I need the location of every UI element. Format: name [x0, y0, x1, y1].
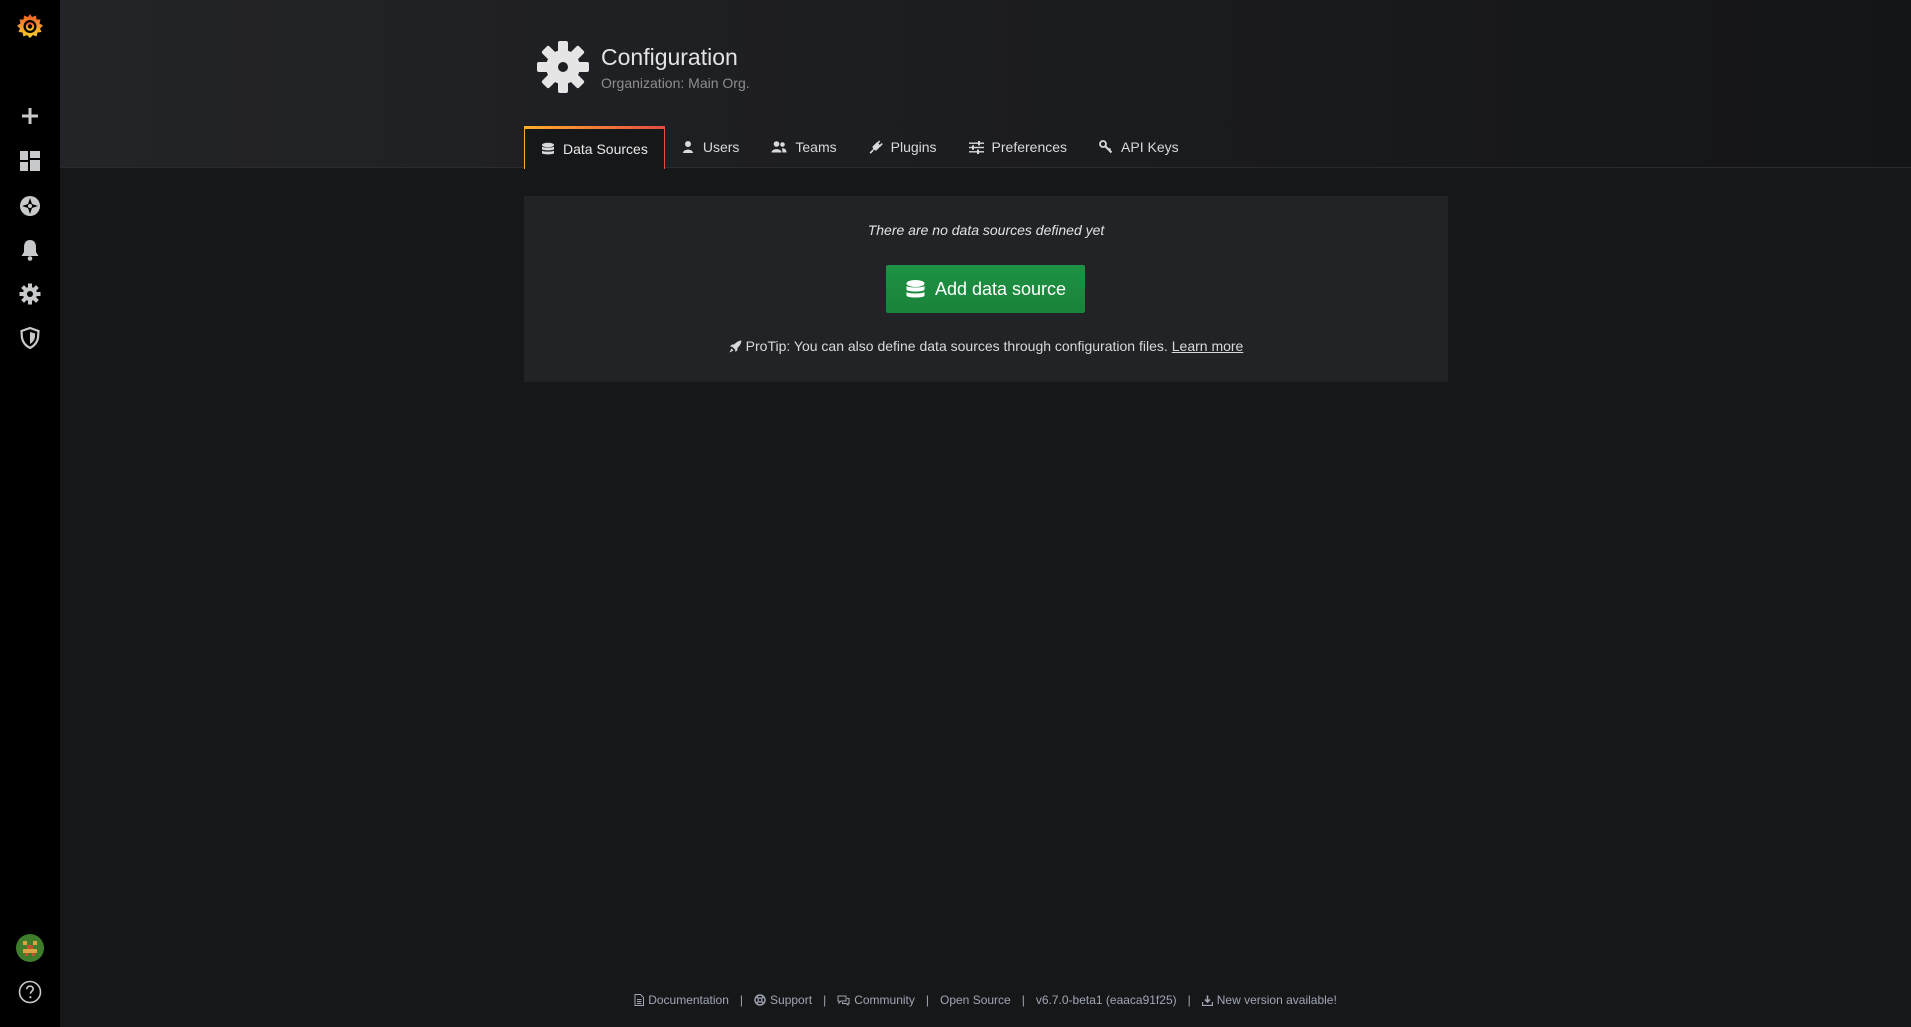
avatar [16, 934, 44, 962]
bell-icon [21, 240, 39, 261]
dashboards-icon [20, 151, 40, 171]
tab-label: Plugins [890, 139, 937, 155]
tab-preferences[interactable]: Preferences [953, 126, 1083, 168]
footer-version: v6.7.0-beta1 (eaaca91f25) [1036, 993, 1177, 1007]
page-subtitle: Organization: Main Org. [601, 75, 750, 91]
footer-open-source-link[interactable]: Open Source [940, 993, 1011, 1007]
sidemenu-profile[interactable] [0, 926, 60, 970]
footer-open-source-label: Open Source [940, 993, 1011, 1007]
sidemenu-create[interactable] [0, 94, 60, 138]
page-title: Configuration [601, 44, 738, 70]
tab-teams[interactable]: Teams [755, 126, 852, 168]
database-icon [542, 142, 554, 155]
compass-icon [20, 196, 40, 216]
sidemenu [0, 0, 60, 1027]
tab-data-sources[interactable]: Data Sources [524, 126, 665, 169]
footer-documentation-link[interactable]: Documentation [634, 993, 729, 1007]
footer: Documentation | Support | Community | Op… [60, 993, 1911, 1007]
tab-label: Data Sources [563, 141, 648, 157]
empty-data-sources-card: There are no data sources defined yet Ad… [524, 196, 1448, 382]
tab-label: Users [702, 139, 740, 155]
grafana-logo-icon [17, 14, 43, 38]
sidemenu-alerting[interactable] [0, 228, 60, 272]
footer-support-link[interactable]: Support [754, 993, 812, 1007]
database-icon [906, 279, 925, 298]
tab-api-keys[interactable]: API Keys [1083, 126, 1195, 168]
tab-plugins[interactable]: Plugins [853, 126, 953, 168]
user-icon [682, 141, 693, 153]
empty-message: There are no data sources defined yet [867, 222, 1105, 238]
footer-new-version-link[interactable]: New version available! [1201, 993, 1337, 1007]
footer-support-label: Support [770, 993, 813, 1007]
plug-icon [869, 140, 883, 154]
page-header: Configuration Organization: Main Org. Da… [60, 0, 1911, 169]
shield-icon [20, 327, 40, 349]
help-icon [18, 980, 42, 1004]
tab-label: API Keys [1121, 139, 1179, 155]
footer-separator: | [925, 993, 929, 1007]
footer-separator: | [739, 993, 744, 1007]
lifebuoy-icon [754, 994, 766, 1006]
sliders-icon [968, 140, 984, 154]
grafana-logo[interactable] [0, 5, 60, 49]
gear-icon [537, 41, 589, 93]
comments-icon [837, 995, 850, 1006]
protip-text: ProTip: You can also define data sources… [745, 338, 1168, 354]
footer-separator: | [1187, 993, 1191, 1007]
learn-more-link[interactable]: Learn more [1172, 338, 1244, 354]
document-icon [634, 994, 645, 1006]
plus-icon [22, 108, 38, 124]
protip: ProTip: You can also define data sources… [524, 338, 1448, 354]
config-tabs: Data Sources Users Teams Plugins Prefere… [524, 126, 1195, 169]
footer-documentation-label: Documentation [648, 993, 729, 1007]
sidemenu-explore[interactable] [0, 184, 60, 228]
tab-label: Teams [795, 139, 837, 155]
sidemenu-help[interactable] [0, 970, 60, 1014]
users-icon [771, 141, 787, 153]
sidemenu-configuration[interactable] [0, 272, 60, 316]
add-data-source-button[interactable]: Add data source [886, 265, 1085, 313]
key-icon [1099, 140, 1113, 154]
footer-separator: | [1021, 993, 1025, 1007]
gear-icon [19, 283, 41, 305]
footer-community-label: Community [854, 993, 915, 1007]
footer-new-version-label: New version available! [1216, 993, 1337, 1007]
download-icon [1201, 995, 1213, 1006]
footer-version-label: v6.7.0-beta1 (eaaca91f25) [1035, 993, 1177, 1007]
add-data-source-label: Add data source [934, 278, 1067, 299]
footer-separator: | [823, 993, 827, 1007]
tab-users[interactable]: Users [665, 126, 756, 168]
tab-label: Preferences [991, 139, 1068, 155]
sidemenu-server-admin[interactable] [0, 316, 60, 360]
footer-community-link[interactable]: Community [837, 993, 915, 1007]
rocket-icon [729, 340, 742, 352]
sidemenu-dashboards[interactable] [0, 139, 60, 183]
